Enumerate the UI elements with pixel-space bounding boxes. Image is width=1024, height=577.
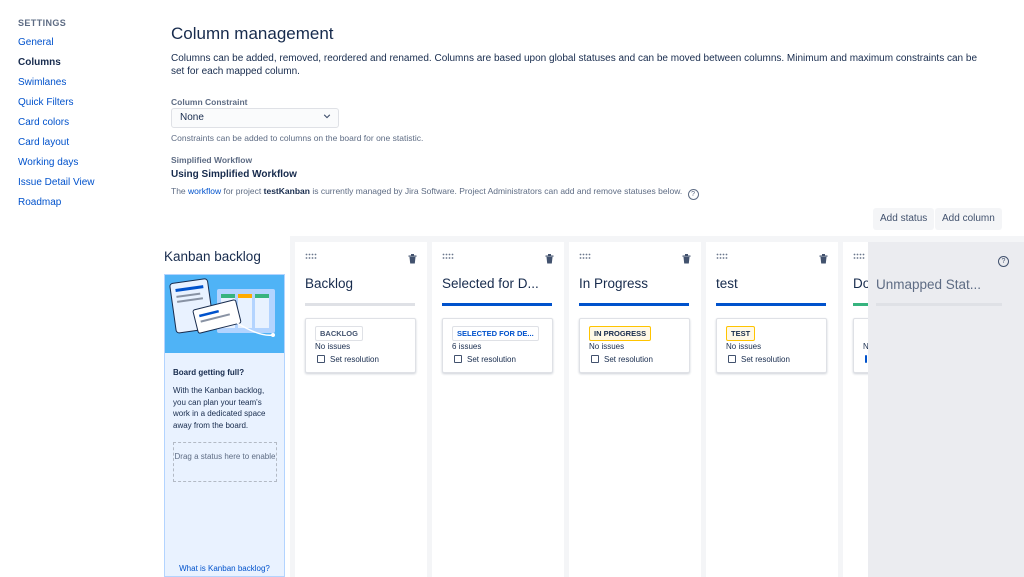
set-resolution-label: Set resolution	[604, 355, 653, 364]
sidebar-item-working-days[interactable]: Working days	[18, 157, 78, 168]
help-icon[interactable]: ?	[998, 256, 1009, 267]
sidebar-item-issue-detail-view[interactable]: Issue Detail View	[18, 177, 95, 188]
backlog-drop-zone[interactable]: Drag a status here to enable	[173, 442, 277, 482]
drag-handle-icon[interactable]	[442, 253, 455, 260]
column-test[interactable]: test TEST No issues Set resolution	[706, 242, 838, 577]
column-constraint-select[interactable]: None	[171, 108, 339, 128]
workflow-desc-prefix: The	[171, 186, 186, 196]
workflow-link[interactable]: workflow	[188, 186, 221, 196]
trash-icon[interactable]	[682, 254, 691, 264]
column-constraint-value: None	[180, 112, 204, 123]
sidebar-item-general[interactable]: General	[18, 37, 54, 48]
column-status-bar	[716, 303, 826, 306]
column-board: Kanban backlog Board getting full? With …	[158, 236, 1024, 577]
set-resolution[interactable]: Set resolution	[591, 355, 653, 364]
issue-count: 6 issues	[452, 342, 482, 351]
add-status-button[interactable]: Add status	[873, 208, 935, 230]
set-resolution-label: Set resolution	[330, 355, 379, 364]
column-selected-for-development[interactable]: Selected for D... SELECTED FOR DE... 6 i…	[432, 242, 564, 577]
status-card[interactable]: BACKLOG No issues Set resolution	[305, 318, 416, 373]
sidebar-item-swimlanes[interactable]: Swimlanes	[18, 77, 66, 88]
workflow-description: The workflow for project testKanban is c…	[171, 186, 699, 200]
simplified-workflow-label: Simplified Workflow	[171, 155, 253, 165]
sidebar-item-columns[interactable]: Columns	[18, 57, 61, 68]
help-icon[interactable]: ?	[687, 189, 699, 200]
backlog-description: With the Kanban backlog, you can plan yo…	[173, 386, 266, 430]
page-description: Columns can be added, removed, reordered…	[171, 53, 978, 77]
set-resolution[interactable]: Set resolution	[317, 355, 379, 364]
column-title[interactable]: In Progress	[579, 276, 695, 291]
set-resolution-checkbox[interactable]	[317, 355, 325, 363]
column-status-bar	[442, 303, 552, 306]
issue-count: No issues	[726, 342, 762, 351]
add-column-button[interactable]: Add column	[935, 208, 1002, 230]
backlog-heading: Board getting full?	[173, 368, 245, 377]
set-resolution-checkbox[interactable]	[728, 355, 736, 363]
constraint-help-text: Constraints can be added to columns on t…	[171, 133, 424, 143]
issue-count: No issues	[315, 342, 351, 351]
set-resolution[interactable]: Set resolution	[728, 355, 790, 364]
column-constraint-label: Column Constraint	[171, 97, 248, 107]
drag-handle-icon[interactable]	[853, 253, 866, 260]
kanban-backlog-panel: Board getting full? With the Kanban back…	[164, 274, 285, 577]
chevron-down-icon	[323, 114, 331, 119]
status-lozenge: TEST	[726, 326, 756, 341]
status-lozenge: IN PROGRESS	[589, 326, 652, 341]
issue-count: No issues	[589, 342, 625, 351]
set-resolution-checkbox[interactable]	[454, 355, 462, 363]
kanban-backlog-column: Kanban backlog Board getting full? With …	[158, 236, 290, 577]
drag-handle-icon[interactable]	[305, 253, 318, 260]
backlog-illustration	[165, 275, 284, 353]
sidebar-heading: SETTINGS	[18, 18, 67, 28]
column-in-progress[interactable]: In Progress IN PROGRESS No issues Set re…	[569, 242, 701, 577]
column-title[interactable]: test	[716, 276, 832, 291]
unmapped-statuses-column: ? Unmapped Stat...	[868, 242, 1024, 577]
workflow-desc-suffix: is currently managed by Jira Software. P…	[312, 186, 683, 196]
column-status-bar	[305, 303, 415, 306]
status-lozenge: SELECTED FOR DE...	[452, 326, 539, 341]
set-resolution-checkbox[interactable]	[865, 355, 867, 363]
drag-handle-icon[interactable]	[579, 253, 592, 260]
set-resolution-label: Set resolution	[467, 355, 516, 364]
page-title: Column management	[171, 24, 334, 43]
trash-icon[interactable]	[545, 254, 554, 264]
sidebar-item-roadmap[interactable]: Roadmap	[18, 197, 61, 208]
status-card[interactable]: SELECTED FOR DE... 6 issues Set resoluti…	[442, 318, 553, 373]
column-backlog[interactable]: Backlog BACKLOG No issues Set resolution	[295, 242, 427, 577]
simplified-workflow-title: Using Simplified Workflow	[171, 169, 297, 180]
sidebar-item-card-layout[interactable]: Card layout	[18, 137, 69, 148]
status-card[interactable]: IN PROGRESS No issues Set resolution	[579, 318, 690, 373]
column-title[interactable]: Backlog	[305, 276, 421, 291]
sidebar-item-quick-filters[interactable]: Quick Filters	[18, 97, 74, 108]
trash-icon[interactable]	[819, 254, 828, 264]
status-card[interactable]: TEST No issues Set resolution	[716, 318, 827, 373]
unmapped-status-bar	[876, 303, 1002, 306]
kanban-backlog-help-link[interactable]: What is Kanban backlog?	[165, 564, 284, 573]
project-name: testKanban	[263, 186, 310, 196]
status-lozenge: BACKLOG	[315, 326, 363, 341]
column-status-bar	[579, 303, 689, 306]
sidebar-item-card-colors[interactable]: Card colors	[18, 117, 69, 128]
column-title[interactable]: Selected for D...	[442, 276, 558, 291]
trash-icon[interactable]	[408, 254, 417, 264]
set-resolution-label: Set resolution	[741, 355, 790, 364]
kanban-backlog-title: Kanban backlog	[164, 249, 261, 264]
set-resolution-checkbox[interactable]	[591, 355, 599, 363]
set-resolution[interactable]: Set resolution	[454, 355, 516, 364]
workflow-desc-middle: for project	[223, 186, 262, 196]
unmapped-statuses-title: Unmapped Stat...	[876, 277, 982, 292]
drag-handle-icon[interactable]	[716, 253, 729, 260]
settings-sidebar: SETTINGS General Columns Swimlanes Quick…	[0, 0, 150, 577]
